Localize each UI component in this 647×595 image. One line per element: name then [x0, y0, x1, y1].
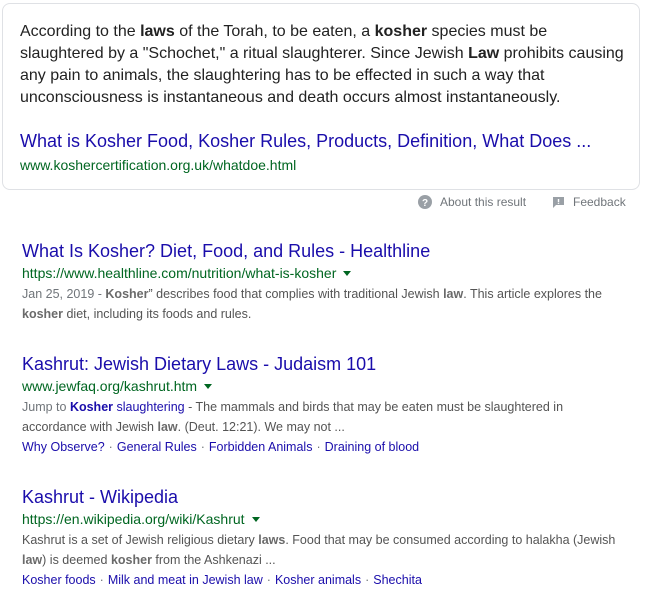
result-url[interactable]: https://en.wikipedia.org/wiki/Kashrut	[22, 510, 245, 528]
snippet-text-run: of the Torah, to be eaten, a	[174, 23, 375, 40]
description-keyword: law	[157, 420, 178, 434]
feedback-button[interactable]: Feedback	[552, 195, 626, 209]
result-url[interactable]: www.jewfaq.org/kashrut.htm	[22, 377, 197, 395]
description-text: . (Deut. 12:21). We may not ...	[177, 420, 345, 434]
sitelink-separator: ·	[266, 573, 271, 587]
description-keyword: law	[443, 287, 464, 301]
sitelink[interactable]: Draining of blood	[325, 440, 420, 454]
sitelink-separator: ·	[365, 573, 370, 587]
description-date: Jump to	[22, 400, 70, 414]
description-text: diet, including its foods and rules.	[63, 307, 252, 321]
description-date: Jan 25, 2019 -	[22, 287, 106, 301]
featured-snippet-card: According to the laws of the Torah, to b…	[2, 3, 640, 190]
snippet-keyword: Law	[468, 45, 500, 62]
chevron-down-icon[interactable]	[204, 384, 213, 389]
search-result: Kashrut - Wikipedia https://en.wikipedia…	[22, 486, 622, 590]
sitelink[interactable]: Milk and meat in Jewish law	[108, 573, 263, 587]
result-url-row: https://www.healthline.com/nutrition/wha…	[22, 263, 622, 283]
sitelink[interactable]: Kosher animals	[275, 573, 361, 587]
jump-to-link[interactable]: Kosher	[70, 400, 113, 414]
sitelink-separator: ·	[316, 440, 321, 454]
featured-snippet-url[interactable]: www.koshercertification.org.uk/whatdoe.h…	[20, 156, 296, 174]
chevron-down-icon[interactable]	[343, 271, 352, 276]
search-result: What Is Kosher? Diet, Food, and Rules - …	[22, 240, 622, 324]
sitelinks-row: Why Observe? · General Rules · Forbidden Ani…	[22, 437, 622, 457]
result-url-row: https://en.wikipedia.org/wiki/Kashrut	[22, 509, 622, 529]
featured-snippet-link[interactable]: What is Kosher Food, Kosher Rules, Produ…	[20, 130, 591, 152]
description-text: ) is deemed	[42, 553, 111, 567]
sitelink[interactable]: Shechita	[373, 573, 422, 587]
search-result: Kashrut: Jewish Dietary Laws - Judaism 1…	[22, 353, 622, 457]
snippet-keyword: laws	[140, 23, 175, 40]
feedback-label: Feedback	[573, 195, 626, 209]
help-circle-icon: ?	[418, 195, 432, 209]
result-title-link[interactable]: Kashrut - Wikipedia	[22, 486, 622, 508]
jump-to-link[interactable]: slaughtering	[113, 400, 184, 414]
result-url-row: www.jewfaq.org/kashrut.htm	[22, 376, 622, 396]
sitelink-separator: ·	[99, 573, 104, 587]
description-text: . This article explores the	[463, 287, 602, 301]
description-text: ” describes food that complies with trad…	[148, 287, 444, 301]
chevron-down-icon[interactable]	[251, 517, 260, 522]
description-text: . Food that may be consumed according to…	[285, 533, 616, 547]
snippet-keyword: kosher	[374, 23, 428, 40]
sitelink[interactable]: General Rules	[117, 440, 197, 454]
result-title-link[interactable]: What Is Kosher? Diet, Food, and Rules - …	[22, 240, 622, 262]
snippet-text-run: According to the	[20, 23, 141, 40]
sitelinks-row: Kosher foods · Milk and meat in Jewish law…	[22, 570, 622, 590]
description-text: from the Ashkenazi ...	[151, 553, 276, 567]
description-keyword: laws	[258, 533, 286, 547]
about-this-result-button[interactable]: ? About this result	[418, 195, 526, 209]
result-title-link[interactable]: Kashrut: Jewish Dietary Laws - Judaism 1…	[22, 353, 622, 375]
sitelink-separator: ·	[200, 440, 205, 454]
result-url[interactable]: https://www.healthline.com/nutrition/wha…	[22, 264, 336, 282]
featured-snippet-text: According to the laws of the Torah, to b…	[20, 21, 625, 109]
result-description: Kashrut is a set of Jewish religious die…	[22, 530, 622, 570]
sitelink[interactable]: Kosher foods	[22, 573, 96, 587]
description-text: Kashrut is a set of Jewish religious die…	[22, 533, 259, 547]
result-description: Jump to Kosher slaughtering - The mammal…	[22, 397, 622, 437]
svg-text:?: ?	[422, 198, 428, 209]
about-this-result-label: About this result	[440, 195, 527, 209]
sitelink[interactable]: Forbidden Animals	[209, 440, 313, 454]
sitelink-separator: ·	[108, 440, 113, 454]
about-row: ? About this result Feedback	[0, 195, 647, 213]
description-keyword: law	[22, 553, 43, 567]
feedback-flag-icon	[553, 196, 564, 208]
description-keyword: kosher	[110, 553, 152, 567]
sitelink[interactable]: Why Observe?	[22, 440, 105, 454]
description-keyword: Kosher	[105, 287, 149, 301]
result-description: Jan 25, 2019 - Kosher” describes food th…	[22, 284, 622, 324]
description-keyword: kosher	[22, 307, 63, 321]
